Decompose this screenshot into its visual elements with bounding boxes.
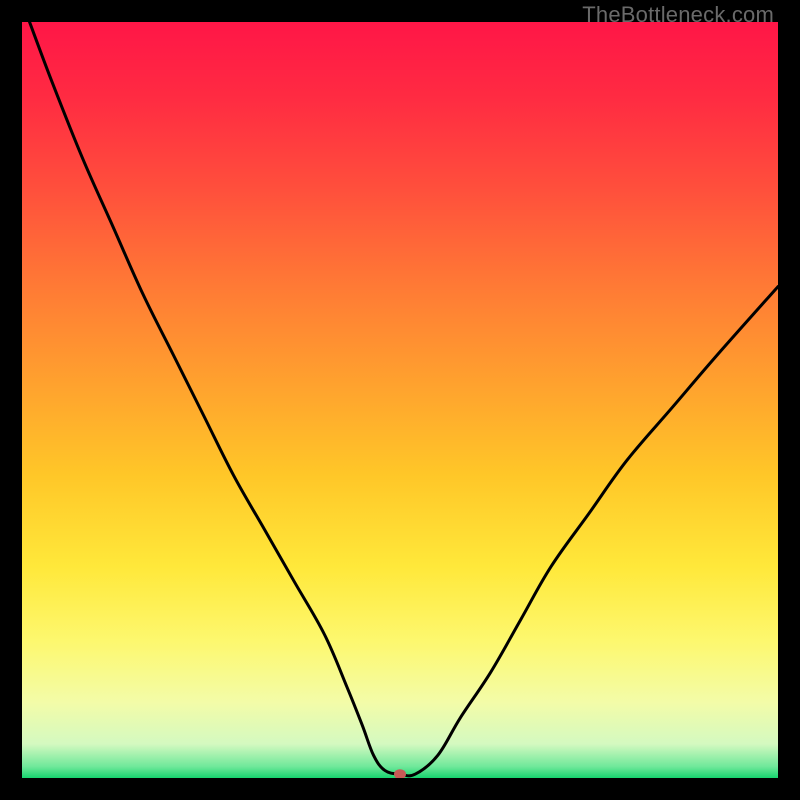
chart-frame [22,22,778,778]
bottleneck-chart [22,22,778,778]
gradient-background [22,22,778,778]
watermark-text: TheBottleneck.com [582,2,774,28]
